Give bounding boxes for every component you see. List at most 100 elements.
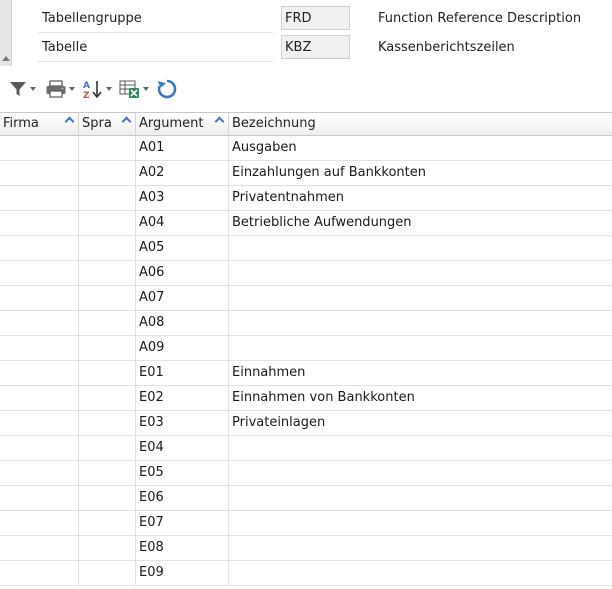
argument-cell[interactable]: E02 (136, 386, 229, 411)
bezeichnung-cell[interactable]: Einnahmen (229, 361, 612, 386)
scroll-up-handle[interactable] (0, 0, 12, 66)
table-row[interactable]: E03 Privateinlagen (0, 411, 612, 436)
table-row[interactable]: E06 (0, 486, 612, 511)
firma-cell[interactable] (0, 561, 79, 586)
sort-button[interactable]: A Z (82, 76, 112, 102)
spra-cell[interactable] (79, 561, 136, 586)
argument-cell[interactable]: E05 (136, 461, 229, 486)
firma-cell[interactable] (0, 211, 79, 236)
column-header-firma[interactable]: Firma (0, 113, 79, 136)
spra-cell[interactable] (79, 311, 136, 336)
spra-cell[interactable] (79, 511, 136, 536)
table-row[interactable]: E01 Einnahmen (0, 361, 612, 386)
spra-cell[interactable] (79, 136, 136, 161)
table-row[interactable]: E05 (0, 461, 612, 486)
argument-cell[interactable]: A09 (136, 336, 229, 361)
table-row[interactable]: E08 (0, 536, 612, 561)
firma-cell[interactable] (0, 286, 79, 311)
firma-cell[interactable] (0, 361, 79, 386)
spra-cell[interactable] (79, 436, 136, 461)
bezeichnung-cell[interactable] (229, 511, 612, 536)
argument-cell[interactable]: E01 (136, 361, 229, 386)
firma-cell[interactable] (0, 136, 79, 161)
spra-cell[interactable] (79, 211, 136, 236)
refresh-button[interactable] (156, 76, 178, 102)
spra-cell[interactable] (79, 286, 136, 311)
print-button[interactable] (45, 76, 75, 102)
argument-cell[interactable]: A01 (136, 136, 229, 161)
argument-cell[interactable]: A04 (136, 211, 229, 236)
column-header-bezeichnung[interactable]: Bezeichnung (229, 113, 612, 136)
table-row[interactable]: E07 (0, 511, 612, 536)
bezeichnung-cell[interactable]: Einnahmen von Bankkonten (229, 386, 612, 411)
argument-cell[interactable]: A05 (136, 236, 229, 261)
spra-cell[interactable] (79, 186, 136, 211)
table-row[interactable]: E09 (0, 561, 612, 586)
bezeichnung-cell[interactable] (229, 486, 612, 511)
argument-cell[interactable]: E08 (136, 536, 229, 561)
spra-cell[interactable] (79, 236, 136, 261)
firma-cell[interactable] (0, 336, 79, 361)
firma-cell[interactable] (0, 511, 79, 536)
firma-cell[interactable] (0, 261, 79, 286)
bezeichnung-cell[interactable] (229, 261, 612, 286)
bezeichnung-cell[interactable] (229, 561, 612, 586)
table-row[interactable]: E04 (0, 436, 612, 461)
firma-cell[interactable] (0, 161, 79, 186)
bezeichnung-cell[interactable]: Betriebliche Aufwendungen (229, 211, 612, 236)
bezeichnung-cell[interactable]: Einzahlungen auf Bankkonten (229, 161, 612, 186)
spra-cell[interactable] (79, 536, 136, 561)
table-row[interactable]: A01 Ausgaben (0, 136, 612, 161)
spra-cell[interactable] (79, 461, 136, 486)
table-row[interactable]: A05 (0, 236, 612, 261)
firma-cell[interactable] (0, 386, 79, 411)
argument-cell[interactable]: E04 (136, 436, 229, 461)
bezeichnung-cell[interactable] (229, 436, 612, 461)
bezeichnung-cell[interactable] (229, 536, 612, 561)
spra-cell[interactable] (79, 361, 136, 386)
bezeichnung-cell[interactable]: Privateinlagen (229, 411, 612, 436)
argument-cell[interactable]: E06 (136, 486, 229, 511)
argument-cell[interactable]: A03 (136, 186, 229, 211)
argument-cell[interactable]: A08 (136, 311, 229, 336)
spra-cell[interactable] (79, 261, 136, 286)
firma-cell[interactable] (0, 311, 79, 336)
bezeichnung-cell[interactable] (229, 336, 612, 361)
bezeichnung-cell[interactable] (229, 236, 612, 261)
argument-cell[interactable]: E03 (136, 411, 229, 436)
excel-export-button[interactable] (119, 76, 149, 102)
bezeichnung-cell[interactable] (229, 311, 612, 336)
sort-ascending-icon[interactable] (64, 116, 75, 127)
table-row[interactable]: A06 (0, 261, 612, 286)
firma-cell[interactable] (0, 186, 79, 211)
table-row[interactable]: A02 Einzahlungen auf Bankkonten (0, 161, 612, 186)
spra-cell[interactable] (79, 486, 136, 511)
bezeichnung-cell[interactable]: Ausgaben (229, 136, 612, 161)
firma-cell[interactable] (0, 236, 79, 261)
table-row[interactable]: A04 Betriebliche Aufwendungen (0, 211, 612, 236)
spra-cell[interactable] (79, 386, 136, 411)
argument-cell[interactable]: A07 (136, 286, 229, 311)
argument-cell[interactable]: A02 (136, 161, 229, 186)
bezeichnung-cell[interactable]: Privatentnahmen (229, 186, 612, 211)
column-header-argument[interactable]: Argument (136, 113, 229, 136)
spra-cell[interactable] (79, 161, 136, 186)
tabellengruppe-field[interactable]: FRD (281, 6, 350, 30)
firma-cell[interactable] (0, 461, 79, 486)
spra-cell[interactable] (79, 411, 136, 436)
firma-cell[interactable] (0, 436, 79, 461)
argument-cell[interactable]: E09 (136, 561, 229, 586)
column-header-spra[interactable]: Spra (79, 113, 136, 136)
table-row[interactable]: A03 Privatentnahmen (0, 186, 612, 211)
spra-cell[interactable] (79, 336, 136, 361)
argument-cell[interactable]: E07 (136, 511, 229, 536)
firma-cell[interactable] (0, 536, 79, 561)
table-row[interactable]: A07 (0, 286, 612, 311)
sort-ascending-icon[interactable] (214, 116, 225, 127)
table-row[interactable]: E02 Einnahmen von Bankkonten (0, 386, 612, 411)
bezeichnung-cell[interactable] (229, 286, 612, 311)
bezeichnung-cell[interactable] (229, 461, 612, 486)
firma-cell[interactable] (0, 486, 79, 511)
table-row[interactable]: A09 (0, 336, 612, 361)
argument-cell[interactable]: A06 (136, 261, 229, 286)
